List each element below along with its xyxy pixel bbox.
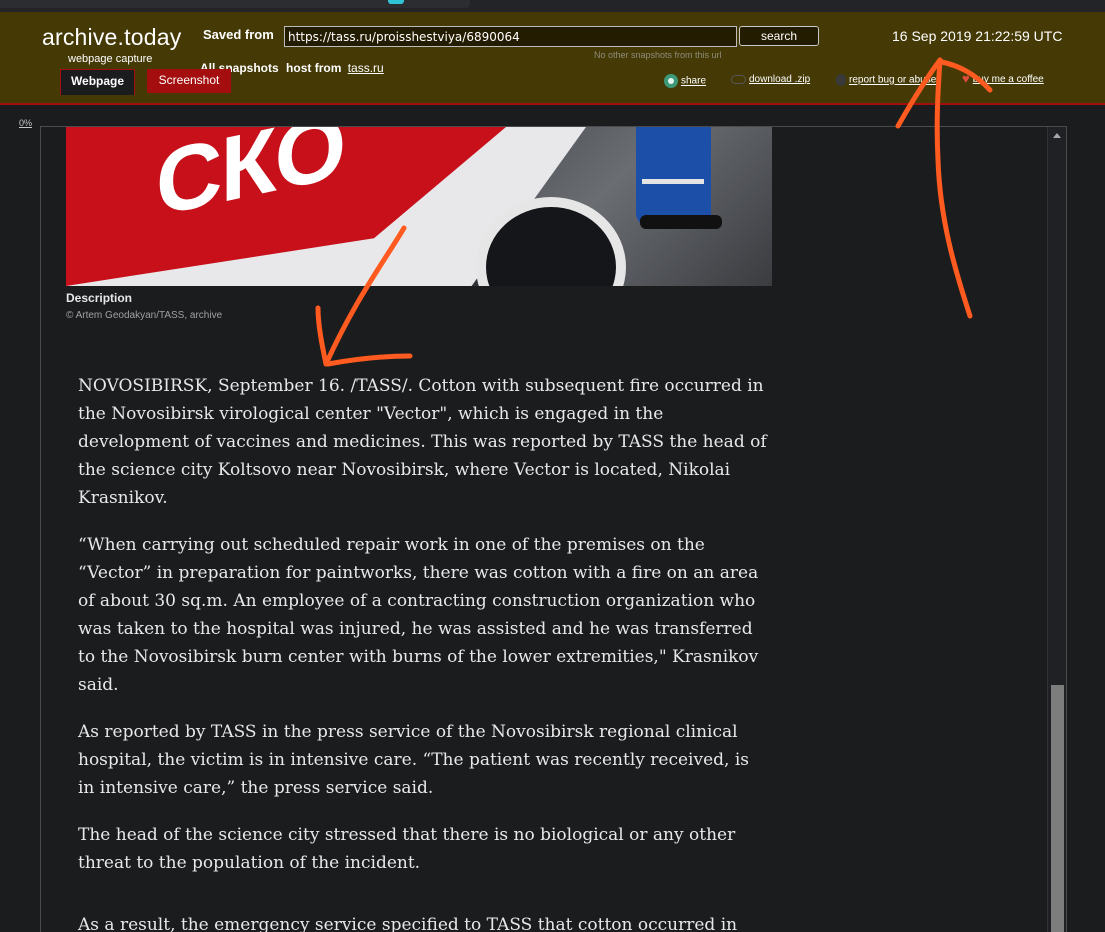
photo-credit: © Artem Geodakyan/TASS, archive — [66, 310, 223, 321]
saved-from-label: Saved from — [203, 27, 274, 42]
article-paragraph: As a result, the emergency service speci… — [78, 915, 738, 932]
photo-worker-legs — [636, 127, 711, 227]
browser-tab-strip — [0, 0, 1105, 12]
article-paragraph: As reported by TASS in the press service… — [78, 722, 750, 798]
article-paragraph: “When carrying out scheduled repair work… — [78, 535, 759, 695]
download-action[interactable]: download .zip — [731, 74, 810, 85]
scroll-up-arrow-icon[interactable] — [1053, 133, 1061, 138]
report-action[interactable]: report bug or abuse — [836, 74, 936, 86]
no-snapshots-note: No other snapshots from this url — [594, 50, 722, 60]
article-photo: СКО — [66, 127, 772, 286]
report-label: report bug or abuse — [849, 74, 937, 86]
heart-icon: ♥ — [962, 71, 970, 87]
search-button[interactable]: search — [739, 26, 819, 46]
progress-percent[interactable]: 0% — [19, 118, 32, 128]
tab-indicator — [388, 0, 404, 4]
download-label: download .zip — [749, 74, 811, 85]
coffee-action[interactable]: ♥ buy me a coffee — [962, 71, 1044, 87]
photo-worker-boots — [640, 215, 722, 229]
share-action[interactable]: share — [664, 74, 706, 88]
article-body: NOVOSIBIRSK, September 16. /TASS/. Cotto… — [78, 372, 768, 932]
scroll-thumb[interactable] — [1051, 685, 1064, 932]
share-label: share — [681, 75, 707, 87]
site-tagline: webpage capture — [68, 53, 153, 65]
photo-description-label: Description — [66, 291, 133, 305]
tab-screenshot[interactable]: Screenshot — [147, 69, 231, 93]
frame-scrollbar[interactable] — [1047, 127, 1066, 932]
capture-datetime: 16 Sep 2019 21:22:59 UTC — [892, 28, 1063, 44]
article-paragraph: NOVOSIBIRSK, September 16. /TASS/. Cotto… — [78, 376, 767, 508]
archived-page-frame: СКО Description © Artem Geodakyan/TASS, … — [40, 126, 1067, 932]
tab-webpage[interactable]: Webpage — [60, 69, 135, 95]
archive-header: archive.today webpage capture Saved from… — [0, 12, 1105, 105]
share-icon — [664, 74, 678, 88]
coffee-label: buy me a coffee — [972, 74, 1044, 85]
bug-icon — [836, 74, 846, 86]
site-logo[interactable]: archive.today — [42, 24, 181, 51]
article-paragraph: The head of the science city stressed th… — [78, 825, 736, 873]
host-from-label: host from — [286, 61, 342, 75]
url-input[interactable] — [284, 26, 737, 47]
host-link[interactable]: tass.ru — [348, 61, 384, 75]
cloud-download-icon — [731, 74, 746, 84]
